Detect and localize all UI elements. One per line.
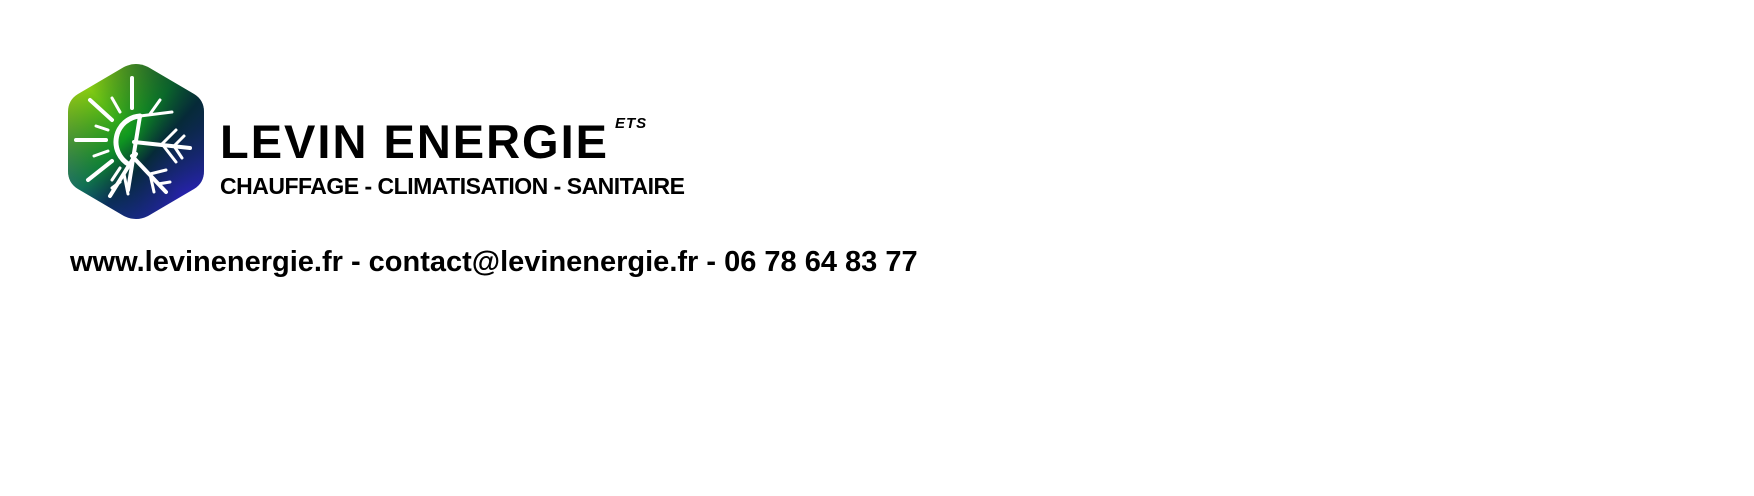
letterhead-header: LEVIN ENERGIE ETS CHAUFFAGE - CLIMATISAT… [66,64,685,219]
sun-snowflake-icon [68,64,204,219]
company-tagline: CHAUFFAGE - CLIMATISATION - SANITAIRE [220,172,685,199]
company-logo [66,64,206,219]
company-name: LEVIN ENERGIE [220,114,610,168]
brand-block: LEVIN ENERGIE ETS CHAUFFAGE - CLIMATISAT… [220,86,685,199]
contact-line: www.levinenergie.fr - contact@levinenerg… [70,246,918,278]
company-tag: ETS [615,114,648,132]
brand-title-row: LEVIN ENERGIE ETS [220,86,684,165]
